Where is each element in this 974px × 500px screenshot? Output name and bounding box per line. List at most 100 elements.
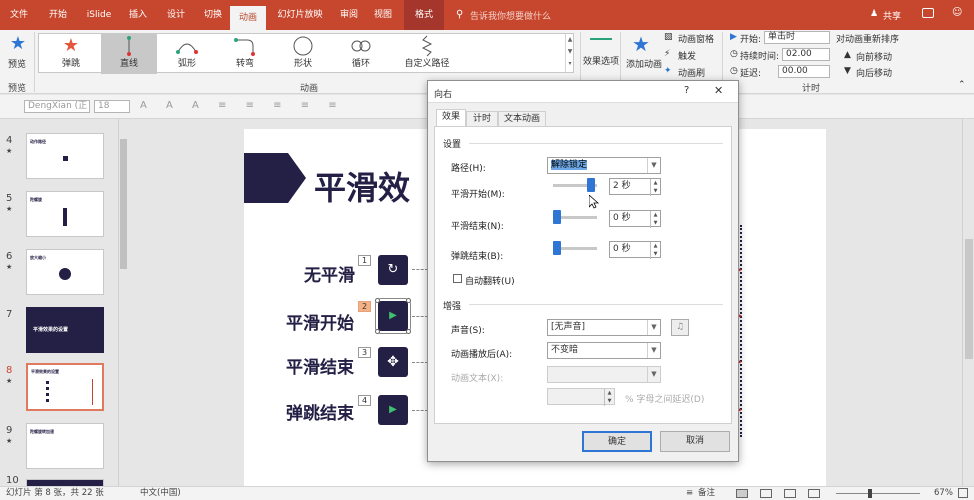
scrollbar-thumb[interactable] (120, 139, 127, 269)
dialog-titlebar[interactable]: 向右 ? ✕ (428, 81, 738, 103)
label-smooth-start[interactable]: 平滑开始 (286, 309, 354, 334)
start-select[interactable]: 单击时 (764, 31, 830, 44)
trigger-button[interactable]: 触发 (678, 49, 696, 62)
smiley-icon[interactable]: ☺ (952, 7, 962, 18)
add-animation-star-icon[interactable]: ★ (632, 32, 650, 56)
tab-effect[interactable]: 效果 (436, 109, 466, 127)
bounce-end-input[interactable]: 0 秒 ▲ ▼ (609, 241, 661, 259)
animation-painter-icon[interactable]: ✦ (664, 66, 672, 76)
animation-tag-3[interactable]: 3 (358, 347, 371, 358)
slide-thumbnail-7[interactable]: 平滑效果的设置 (26, 307, 104, 353)
path-select[interactable]: 解除锁定 ▼ (547, 157, 661, 174)
animation-tag-4[interactable]: 4 (358, 395, 371, 406)
close-button[interactable]: ✕ (714, 84, 723, 97)
animation-bounce[interactable]: ★ 弹跳 (43, 34, 99, 74)
move-later-button[interactable]: 向后移动 (856, 66, 892, 79)
animation-tag-1[interactable]: 1 (358, 255, 371, 266)
move-earlier-button[interactable]: 向前移动 (856, 50, 892, 63)
help-button[interactable]: ? (684, 85, 689, 96)
zoom-slider-thumb[interactable] (868, 489, 872, 498)
search-box[interactable]: 告诉我你想要做什么 (470, 9, 551, 22)
tab-home[interactable]: 开始 (42, 0, 74, 30)
animation-pane-button[interactable]: 动画窗格 (678, 32, 714, 45)
slide-thumbnail-8[interactable]: 平滑效果的设置 (26, 363, 104, 411)
duration-input[interactable]: 02.00 (782, 48, 830, 61)
sound-select[interactable]: [无声音] ▼ (547, 319, 661, 336)
effect-options-button[interactable]: 效果选项 (583, 57, 619, 67)
label-smooth-end[interactable]: 平滑结束 (286, 353, 354, 378)
tab-review[interactable]: 审阅 (334, 0, 364, 30)
reading-view-icon[interactable] (784, 489, 796, 498)
language-status[interactable]: 中文(中国) (140, 487, 181, 500)
scrollbar-thumb[interactable] (965, 239, 973, 359)
play-icon[interactable]: ▶ (378, 395, 408, 425)
preview-button[interactable]: 预览 (8, 57, 26, 70)
rotate-icon[interactable]: ↻ (378, 255, 408, 285)
auto-reverse-label[interactable]: 自动翻转(U) (465, 274, 515, 287)
font-select[interactable]: DengXian (正 (24, 100, 90, 113)
zoom-level[interactable]: 67% (934, 487, 953, 500)
canvas-scrollbar[interactable] (962, 119, 974, 487)
effect-options-icon[interactable] (590, 38, 612, 40)
tab-text-animation[interactable]: 文本动画 (498, 111, 546, 127)
thumbnail-scrollbar[interactable] (118, 119, 128, 487)
animation-pane-icon[interactable]: ▧ (664, 32, 673, 42)
tab-file[interactable]: 文件 (4, 0, 34, 30)
slide-thumbnail-6[interactable]: 放大缩小 (26, 249, 104, 295)
tab-timing[interactable]: 计时 (466, 111, 498, 127)
sorter-view-icon[interactable] (760, 489, 772, 498)
spin-buttons[interactable]: ▲ ▼ (650, 211, 660, 228)
tab-format[interactable]: 格式 (404, 0, 444, 30)
share-icon[interactable]: ♟ (870, 9, 878, 19)
notes-button[interactable]: 备注 (698, 487, 715, 500)
trigger-icon[interactable]: ⚡ (664, 49, 670, 59)
normal-view-icon[interactable] (736, 489, 748, 498)
move-later-icon[interactable]: ▼ (844, 66, 851, 76)
tab-view[interactable]: 视图 (368, 0, 398, 30)
tab-islide[interactable]: iSlide (82, 0, 116, 30)
slide-thumbnail-5[interactable]: 陀螺旋 (26, 191, 104, 237)
move-earlier-icon[interactable]: ▲ (844, 50, 851, 60)
letter-delay-input[interactable]: ▲ ▼ (547, 388, 615, 406)
comment-icon[interactable] (922, 8, 934, 18)
animation-turn[interactable]: 转弯 (217, 34, 273, 74)
preview-star-icon[interactable]: ★ (8, 34, 28, 54)
fit-slide-icon[interactable] (958, 488, 968, 498)
cancel-button[interactable]: 取消 (660, 431, 730, 452)
speaker-icon[interactable]: ♫ (671, 319, 689, 336)
gallery-scroll[interactable]: ▲ ▼ ▾ (565, 34, 574, 72)
chevron-down-icon[interactable]: ▼ (647, 343, 660, 358)
share-button[interactable]: 共享 (883, 9, 901, 22)
spin-buttons[interactable]: ▲ ▼ (650, 179, 660, 196)
chevron-down-icon[interactable]: ▼ (647, 320, 660, 335)
slideshow-view-icon[interactable] (808, 489, 820, 498)
animation-shape[interactable]: 形状 (275, 34, 331, 74)
delay-input[interactable]: 00.00 (778, 65, 830, 78)
animation-tag-2[interactable]: 2 (358, 301, 371, 312)
tab-animations[interactable]: 动画 (230, 6, 266, 30)
auto-reverse-checkbox[interactable] (453, 274, 462, 283)
chevron-down-icon[interactable]: ▼ (647, 158, 660, 173)
slide-thumbnail-4[interactable]: 动作路径 (26, 133, 104, 179)
smooth-end-input[interactable]: 0 秒 ▲ ▼ (609, 210, 661, 228)
smooth-start-input[interactable]: 2 秒 ▲ ▼ (609, 178, 661, 196)
notes-icon[interactable]: ≡ (686, 487, 693, 500)
animation-custom-path[interactable]: 自定义路径 (395, 34, 459, 74)
slide-thumbnail-9[interactable]: 陀螺旋转加速 (26, 423, 104, 469)
smooth-start-slider-thumb[interactable] (587, 178, 595, 192)
play-icon-selected[interactable]: ▶ (375, 298, 411, 334)
animation-painter-button[interactable]: 动画刷 (678, 66, 705, 79)
tab-insert[interactable]: 插入 (122, 0, 154, 30)
label-no-smooth[interactable]: 无平滑 (304, 261, 355, 286)
spin-buttons[interactable]: ▲ ▼ (650, 242, 660, 259)
animation-loop[interactable]: 循环 (333, 34, 389, 74)
selection-handle[interactable] (375, 329, 380, 334)
selection-handle[interactable] (375, 298, 380, 303)
chevron-down-icon[interactable]: ▼ (647, 367, 660, 382)
tab-transitions[interactable]: 切换 (197, 0, 229, 30)
add-animation-button[interactable]: 添加动画 (626, 57, 662, 70)
animate-text-select[interactable]: ▼ (547, 366, 661, 383)
selection-handle[interactable] (406, 329, 411, 334)
search-icon[interactable]: ⚲ (456, 9, 463, 20)
bounce-end-slider-thumb[interactable] (553, 241, 561, 255)
